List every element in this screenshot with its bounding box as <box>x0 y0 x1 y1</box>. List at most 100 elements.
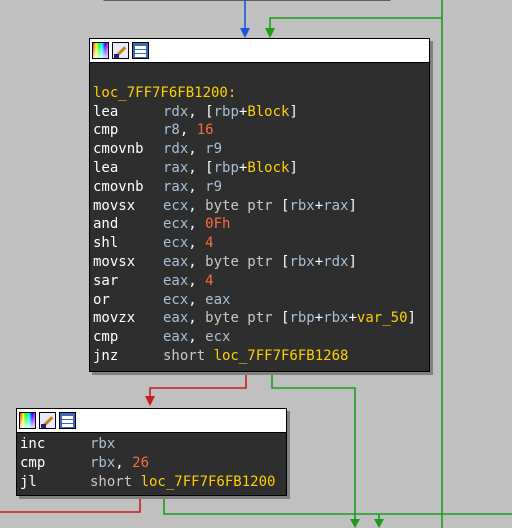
operand-txt: , <box>188 329 206 346</box>
operand-txt: [ <box>272 253 290 270</box>
instruction-line[interactable]: cmovnb rdx, r9 <box>93 140 426 159</box>
operand-gray: short <box>163 347 214 364</box>
operand-txt: ] <box>289 103 298 120</box>
instruction-mnemonic: jl <box>20 473 37 490</box>
operand-reg[interactable]: rbp <box>289 309 314 328</box>
operand-txt: ] <box>289 159 298 176</box>
operand-reg[interactable]: ecx <box>205 328 230 347</box>
operand-txt: , [ <box>188 159 214 176</box>
instruction-mnemonic: and <box>93 216 119 233</box>
operand-reg[interactable]: ecx <box>163 291 188 310</box>
operand-reg[interactable]: eax <box>163 309 188 328</box>
instruction-line[interactable]: lea rax, [rbp + Block] <box>93 159 426 178</box>
operand-reg[interactable]: eax <box>163 272 188 291</box>
operand-reg[interactable]: rbx <box>289 197 314 216</box>
instruction-mnemonic: movzx <box>93 310 136 327</box>
color-palette-icon[interactable] <box>19 412 36 429</box>
rename-icon[interactable] <box>112 42 129 59</box>
edge-false-branch <box>149 371 247 398</box>
block-titlebar <box>90 39 429 63</box>
operand-reg[interactable]: eax <box>205 291 230 310</box>
edge-loop-back <box>269 0 443 30</box>
instruction-line[interactable]: cmp r8, 16 <box>93 121 426 140</box>
basic-block-loop-condition[interactable]: inc rbx cmp rbx, 26 jl short loc_7FF7F6FB1200 <box>16 408 287 496</box>
operand-sym[interactable]: loc_7FF7F6FB1268 <box>214 347 349 366</box>
operand-reg[interactable]: rax <box>163 178 188 197</box>
instruction-line[interactable]: cmp rbx, 26 <box>20 454 283 473</box>
operand-reg[interactable]: rbx <box>323 309 348 328</box>
instruction-line[interactable]: jnz short loc_7FF7F6FB1268 <box>93 347 426 366</box>
operand-reg[interactable]: r9 <box>205 178 222 197</box>
instruction-line[interactable]: inc rbx <box>20 435 283 454</box>
operand-reg[interactable]: ecx <box>163 234 188 253</box>
instruction-line[interactable]: movsx ecx, byte ptr [rbx + rax] <box>93 197 426 216</box>
operand-reg[interactable]: ecx <box>163 215 188 234</box>
operand-txt: , <box>115 454 133 471</box>
graph-icon[interactable] <box>132 42 149 59</box>
operand-txt: , <box>188 216 206 233</box>
instruction-mnemonic: cmovnb <box>93 141 144 158</box>
operand-txt: , <box>188 141 206 158</box>
operand-txt: + <box>348 310 357 327</box>
operand-txt: ] <box>407 310 416 327</box>
operand-txt: , <box>188 178 206 195</box>
instruction-line[interactable]: shl ecx, 4 <box>93 234 426 253</box>
operand-txt: [ <box>272 310 290 327</box>
operand-reg[interactable]: eax <box>163 253 188 272</box>
operand-reg[interactable]: rdx <box>163 103 188 122</box>
operand-reg[interactable]: rbx <box>90 435 115 454</box>
color-palette-icon[interactable] <box>92 42 109 59</box>
operand-num: 4 <box>205 235 214 252</box>
instruction-line[interactable]: sar eax, 4 <box>93 272 426 291</box>
operand-sym[interactable]: Block <box>247 103 289 122</box>
operand-reg[interactable]: rbx <box>90 454 115 473</box>
instruction-mnemonic: cmp <box>93 122 119 139</box>
instruction-line[interactable]: movzx eax, byte ptr [rbp + rbx + var_50] <box>93 309 426 328</box>
operand-reg[interactable]: r9 <box>205 140 222 159</box>
operand-txt: ] <box>348 197 357 214</box>
graph-icon[interactable] <box>59 412 76 429</box>
block-code: loc_7FF7F6FB1200: lea rdx, [rbp + Block] cmp… <box>90 63 429 368</box>
operand-num: 4 <box>205 272 214 289</box>
operand-txt: + <box>314 197 324 214</box>
operand-reg[interactable]: rbp <box>214 103 239 122</box>
edge-arrowhead-green-1 <box>350 519 360 528</box>
basic-block-loop-body[interactable]: loc_7FF7F6FB1200: lea rdx, [rbp + Block] cmp… <box>89 38 430 372</box>
operand-reg[interactable]: r8 <box>163 121 180 140</box>
edge-red-left <box>0 495 141 513</box>
instruction-mnemonic: lea <box>93 103 119 120</box>
operand-reg[interactable]: rdx <box>163 140 188 159</box>
operand-sym[interactable]: loc_7FF7F6FB1200 <box>141 473 276 492</box>
operand-reg[interactable]: ecx <box>163 197 188 216</box>
operand-txt: [ <box>272 197 290 214</box>
rename-icon[interactable] <box>39 412 56 429</box>
operand-reg[interactable]: rax <box>323 197 348 216</box>
operand-sym[interactable]: var_50 <box>357 309 408 328</box>
operand-txt: , <box>188 197 206 214</box>
instruction-line[interactable]: cmp eax, ecx <box>93 328 426 347</box>
instruction-line[interactable]: or ecx, eax <box>93 291 426 310</box>
operand-gray: byte ptr <box>205 253 273 270</box>
operand-num: 0Fh <box>205 216 231 233</box>
block-titlebar <box>17 409 286 433</box>
instruction-line[interactable]: jl short loc_7FF7F6FB1200 <box>20 473 283 492</box>
operand-gray: short <box>90 473 141 490</box>
operand-txt: + <box>238 103 248 120</box>
operand-reg[interactable]: rdx <box>323 253 348 272</box>
block-label[interactable]: loc_7FF7F6FB1200: <box>93 84 426 103</box>
operand-txt: + <box>314 310 324 327</box>
instruction-line[interactable]: and ecx, 0Fh <box>93 215 426 234</box>
operand-txt: ] <box>348 253 357 270</box>
operand-reg[interactable]: rax <box>163 159 188 178</box>
instruction-line[interactable]: cmovnb rax, r9 <box>93 178 426 197</box>
operand-reg[interactable]: eax <box>163 328 188 347</box>
instruction-line[interactable]: lea rdx, [rbp + Block] <box>93 103 426 122</box>
edge-arrowhead-blue <box>240 28 250 38</box>
instruction-line[interactable]: movsx eax, byte ptr [rbx + rdx] <box>93 253 426 272</box>
operand-gray: byte ptr <box>205 310 273 327</box>
operand-reg[interactable]: rbx <box>289 253 314 272</box>
edge-arrowhead-red <box>145 396 155 406</box>
instruction-mnemonic: movsx <box>93 197 136 214</box>
operand-reg[interactable]: rbp <box>214 159 239 178</box>
operand-sym[interactable]: Block <box>247 159 289 178</box>
